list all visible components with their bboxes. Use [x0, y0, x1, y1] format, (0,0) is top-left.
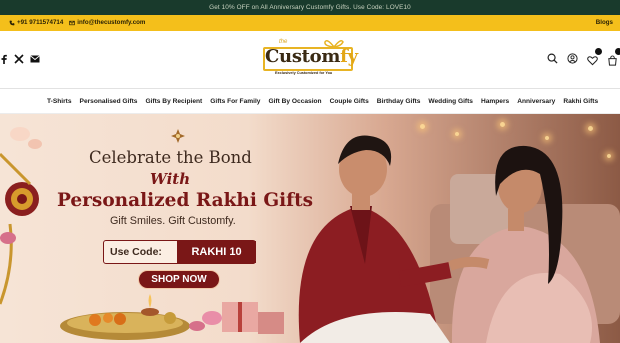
cart-button[interactable] [607, 48, 620, 66]
account-icon[interactable] [567, 53, 578, 64]
wishlist-icon [587, 56, 598, 66]
nav-item-gifts-for-family[interactable]: Gifts For Family [210, 90, 260, 114]
main-nav: T-Shirts Personalised Gifts Gifts By Rec… [0, 90, 620, 114]
site-logo[interactable]: the Customfy Exclusively Customized for … [261, 39, 358, 79]
nav-item-gifts-by-recipient[interactable]: Gifts By Recipient [145, 90, 202, 114]
phone-link[interactable]: +91 9711574714 [9, 15, 63, 31]
hero-subheadline: Personalized Rakhi Gifts [57, 190, 314, 211]
logo-tagline: Exclusively Customized for You [275, 71, 333, 75]
nav-item-gift-by-occasion[interactable]: Gift By Occasion [268, 90, 321, 114]
hero-with: With [150, 170, 191, 188]
nav-item-birthday-gifts[interactable]: Birthday Gifts [377, 90, 421, 114]
blogs-link[interactable]: Blogs [596, 15, 613, 31]
header-actions [547, 48, 620, 66]
social-links [0, 54, 40, 64]
nav-item-rakhi-gifts[interactable]: Rakhi Gifts [563, 90, 598, 114]
x-icon[interactable] [14, 54, 24, 64]
site-header: the Customfy Exclusively Customized for … [0, 31, 620, 89]
promo-code-box: Use Code: RAKHI 10 [103, 240, 256, 264]
cart-count-badge [615, 48, 620, 55]
nav-item-couple-gifts[interactable]: Couple Gifts [330, 90, 369, 114]
shop-now-button[interactable]: SHOP NOW [138, 270, 220, 289]
facebook-icon[interactable] [0, 54, 8, 64]
nav-item-t-shirts[interactable]: T-Shirts [47, 90, 72, 114]
wishlist-button[interactable] [587, 48, 602, 66]
nav-item-anniversary[interactable]: Anniversary [517, 90, 555, 114]
logo-wordmark: Customfy [265, 46, 358, 67]
email-icon [69, 20, 76, 26]
promo-code-label: Use Code: [110, 246, 162, 258]
wishlist-count-badge [595, 48, 602, 55]
promo-code: RAKHI 10 [177, 241, 256, 263]
mail-icon[interactable] [30, 55, 40, 63]
contact-bar: +91 9711574714 info@thecustomfy.com Blog… [0, 15, 620, 31]
hero-tagline: Gift Smiles. Gift Customfy. [110, 215, 236, 227]
nav-item-wedding-gifts[interactable]: Wedding Gifts [428, 90, 473, 114]
nav-item-hampers[interactable]: Hampers [481, 90, 509, 114]
nav-item-personalised-gifts[interactable]: Personalised Gifts [80, 90, 138, 114]
email-link[interactable]: info@thecustomfy.com [69, 15, 145, 31]
contact-info: +91 9711574714 info@thecustomfy.com [9, 15, 145, 31]
search-icon[interactable] [547, 53, 558, 64]
phone-icon [9, 20, 15, 26]
cart-icon [608, 55, 617, 66]
hero-headline: Celebrate the Bond [89, 148, 252, 167]
email-address: info@thecustomfy.com [77, 19, 146, 26]
ornament-icon [171, 129, 185, 143]
phone-number: +91 9711574714 [17, 19, 64, 26]
hero-banner[interactable]: Celebrate the Bond With Personalized Rak… [0, 114, 620, 343]
announcement-bar: Get 10% OFF on All Anniversary Customfy … [0, 0, 620, 15]
logo-the: the [279, 39, 288, 45]
